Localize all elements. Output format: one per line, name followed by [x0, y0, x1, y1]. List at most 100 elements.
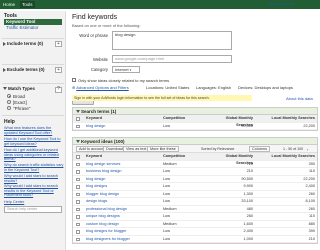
row-checkbox[interactable]	[76, 170, 80, 174]
table-row: blog designs for blogger Low 2,400 390	[73, 228, 317, 236]
keyword-cell[interactable]: blog design	[86, 176, 105, 183]
local-searches-cell: 390	[308, 161, 315, 166]
global-searches-cell: 260	[246, 214, 253, 218]
row-checkbox[interactable]	[76, 177, 80, 181]
divider	[2, 115, 64, 116]
keyword-ideas-toolbar: Add to account Download View as text Mor…	[73, 145, 317, 153]
help-center-link[interactable]: Help Center	[4, 200, 64, 205]
triangle-down-icon	[76, 140, 80, 144]
match-types-help-icon[interactable]: ?	[55, 87, 62, 93]
global-searches-cell: 90,500	[241, 123, 253, 128]
table-row: professional blog design Medium 480 260	[73, 206, 317, 213]
help-link-categories[interactable]: How do I get additional keyword ideas us…	[4, 148, 64, 162]
match-type-broad-radio[interactable]	[7, 94, 11, 98]
more-like-these-button[interactable]: More like these	[147, 146, 179, 152]
competition-cell: Medium	[163, 221, 177, 226]
row-checkbox[interactable]	[76, 185, 80, 189]
keyword-ideas-column-headers: Keyword Competition Global Monthly Searc…	[73, 153, 317, 165]
add-include-terms-button[interactable]: +	[55, 41, 62, 47]
keyword-ideas-header[interactable]: Keyword ideas (100)	[73, 138, 317, 145]
next-page-icon[interactable]: ›	[307, 147, 308, 152]
search-terms-header[interactable]: Search terms (1)	[73, 108, 317, 115]
column-keyword[interactable]: Keyword	[86, 115, 102, 122]
keyword-cell[interactable]: blog design	[86, 123, 105, 130]
only-close-label: Only show ideas closely related to my se…	[78, 77, 170, 83]
match-types-heading[interactable]: Match Types	[3, 86, 35, 91]
word-or-phrase-input[interactable]: blog design	[112, 31, 232, 50]
match-type-phrase-radio[interactable]	[7, 106, 11, 110]
devices-filter[interactable]: Devices: Desktops and laptops	[238, 85, 293, 90]
keyword-cell[interactable]: professional blog design	[86, 206, 127, 213]
view-as-text-button[interactable]: View as text	[123, 146, 150, 152]
help-search-input[interactable]: Search help center	[4, 206, 62, 213]
tab-tools[interactable]: Tools	[20, 1, 35, 8]
product-survey-link[interactable]: Product survey	[268, 1, 295, 6]
keyword-cell[interactable]: business blog design	[86, 168, 121, 175]
select-all-checkbox[interactable]	[76, 155, 80, 159]
column-local-searches[interactable]: Local Monthly Searches	[259, 153, 315, 160]
competition-cell: Low	[163, 184, 170, 188]
keyword-cell[interactable]: blog designers for blogger	[86, 236, 130, 243]
help-link-stars-placement[interactable]: Why would I add stars to search results …	[4, 184, 64, 198]
keyword-cell[interactable]: unique blog designs	[86, 213, 120, 220]
exclude-terms-toggle[interactable]: Exclude terms (0)	[3, 67, 45, 72]
languages-filter[interactable]: Languages: English	[196, 85, 231, 90]
help-link-new-features[interactable]: What new features does the updated Keywo…	[4, 126, 64, 135]
include-terms-toggle[interactable]: Include terms (0)	[3, 41, 43, 46]
global-searches-cell: 480	[246, 206, 253, 211]
table-row: blog design Low 90,500 22,200	[73, 176, 317, 183]
competition-cell: Low	[163, 191, 170, 196]
local-searches-cell: 22,200	[303, 176, 315, 181]
row-checkbox[interactable]	[76, 222, 80, 226]
sidebar-item-traffic-estimator[interactable]: Traffic Estimator	[4, 25, 62, 31]
competition-cell: Low	[163, 123, 170, 128]
select-all-checkbox[interactable]	[76, 117, 80, 121]
keyword-cell[interactable]: blog designs for blogger	[86, 228, 127, 235]
match-type-exact-radio[interactable]	[7, 100, 11, 104]
row-checkbox[interactable]	[76, 230, 80, 234]
row-checkbox[interactable]	[76, 162, 80, 166]
column-local-searches[interactable]: Local Monthly Searches	[259, 115, 315, 122]
advanced-options-toggle[interactable]: ⊕ Advanced Options and Filters	[72, 85, 129, 90]
help-link-keyword-ideas[interactable]: How do I use the Keyword Tool to get key…	[4, 137, 64, 146]
row-checkbox[interactable]	[76, 124, 80, 128]
keyword-cell[interactable]: custom blog design	[86, 221, 119, 228]
columns-button[interactable]: Columns	[249, 146, 270, 152]
only-close-checkbox[interactable]	[72, 78, 76, 82]
match-type-phrase-label: "Phrase"	[13, 105, 31, 111]
table-row: blog designers for blogger Low 1,000 210	[73, 236, 317, 243]
locations-filter[interactable]: Locations: United States	[146, 85, 189, 90]
keyword-cell[interactable]: blogger blog design	[86, 191, 119, 198]
table-row: design blogs Low 33,100 8,100	[73, 198, 317, 206]
help-link-stars[interactable]: Why would I add stars to search results?	[4, 174, 64, 183]
category-select[interactable]: Internet ▾	[112, 66, 140, 73]
divider	[2, 83, 64, 84]
row-checkbox[interactable]	[76, 215, 80, 219]
column-keyword[interactable]: Keyword	[86, 153, 102, 160]
local-searches-cell: 22,200	[303, 123, 315, 128]
keyword-cell[interactable]: blog designs	[86, 183, 107, 190]
global-searches-cell: 2,400	[243, 229, 253, 233]
website-input[interactable]: www.google.com/page.html	[112, 55, 232, 63]
word-or-phrase-label: Word or phrase	[79, 33, 108, 38]
keyword-ideas-rows: blog design services Medium 720 390 business…	[73, 161, 317, 243]
keyword-cell[interactable]: design blogs	[86, 198, 107, 205]
row-checkbox[interactable]	[76, 207, 80, 211]
column-competition[interactable]: Competition	[163, 153, 185, 160]
sorted-by-label[interactable]: Sorted by Relevance	[201, 147, 234, 151]
match-type-exact-label: [Exact]	[13, 99, 27, 105]
row-checkbox[interactable]	[76, 192, 80, 196]
row-checkbox[interactable]	[76, 200, 80, 204]
global-searches-cell: 9,900	[243, 184, 253, 188]
help-link-statistics[interactable]: Why do search traffic statistics vary in…	[4, 163, 64, 172]
add-exclude-terms-button[interactable]: +	[55, 67, 62, 73]
row-checkbox[interactable]	[76, 237, 80, 241]
tab-home[interactable]: Home	[3, 2, 15, 7]
competition-cell: Low	[163, 236, 170, 241]
match-type-broad-label: Broad	[13, 93, 26, 99]
keyword-cell[interactable]: blog design services	[86, 161, 120, 168]
column-competition[interactable]: Competition	[163, 115, 185, 122]
about-data-link[interactable]: About this data	[286, 96, 313, 101]
table-row: business blog design Low 210 110	[73, 168, 317, 176]
page-title: Find keywords	[72, 14, 118, 21]
